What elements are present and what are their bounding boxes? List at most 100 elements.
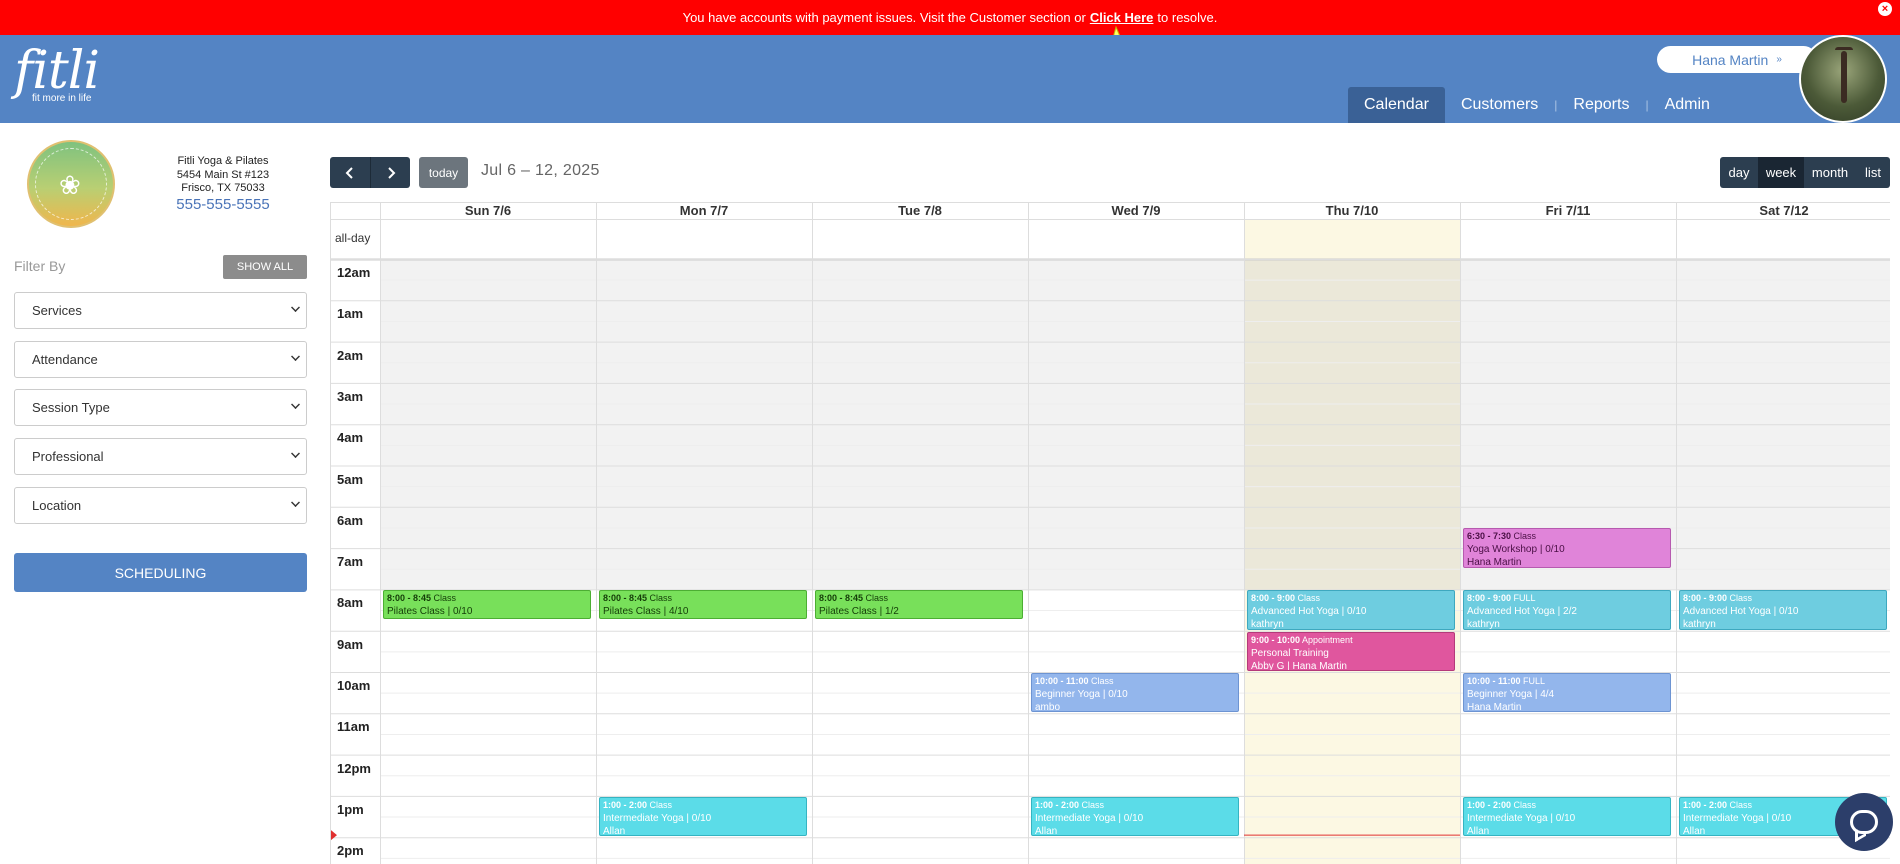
event-title: Beginner Yoga | 4/4	[1467, 689, 1555, 700]
view-month-button[interactable]: month	[1804, 157, 1856, 188]
chevron-down-icon	[291, 352, 300, 361]
day-header[interactable]: Mon 7/7	[596, 202, 812, 219]
today-button[interactable]: today	[419, 157, 468, 188]
calendar-event[interactable]: 10:00 - 11:00 FULL Beginner Yoga | 4/4 Han…	[1463, 673, 1671, 713]
view-list-button[interactable]: list	[1856, 157, 1890, 188]
calendar-event[interactable]: 8:00 - 9:00 FULL Advanced Hot Yoga | 2/2 k…	[1463, 590, 1671, 630]
calendar-event[interactable]: 8:00 - 8:45 Class Pilates Class | 0/10	[383, 590, 591, 620]
location-filter-select[interactable]: Location	[14, 487, 307, 524]
event-kind: Class	[647, 799, 673, 810]
day-header[interactable]: Tue 7/8	[812, 202, 1028, 219]
business-address-line1: 5454 Main St #123	[176, 168, 270, 181]
business-phone[interactable]: 555-555-5555	[150, 197, 296, 211]
calendar-event[interactable]: 9:00 - 10:00 Appointment Personal Trainin…	[1247, 631, 1455, 671]
logo-word: fitli	[14, 41, 100, 101]
calendar-event[interactable]: 1:00 - 2:00 Class Intermediate Yoga | 0/1…	[1463, 796, 1671, 837]
professional-filter-select[interactable]: Professional	[14, 438, 307, 475]
nav-admin[interactable]: Admin	[1649, 87, 1726, 123]
chevron-down-icon: »	[1776, 54, 1782, 65]
select-label: Session Type	[32, 400, 110, 415]
event-staff: Allan	[1035, 825, 1058, 837]
hour-label: 12am	[337, 265, 371, 280]
event-time: 1:00 - 2:00	[603, 799, 648, 810]
alert-text-after: to resolve.	[1157, 10, 1218, 25]
event-time: 1:00 - 2:00	[1683, 799, 1728, 810]
session-type-filter-select[interactable]: Session Type	[14, 389, 307, 426]
calendar-event[interactable]: 10:00 - 11:00 Class Beginner Yoga | 0/10 a…	[1031, 673, 1239, 713]
avatar[interactable]	[1799, 35, 1887, 123]
event-staff: Allan	[603, 825, 626, 837]
user-name: Hana Martin	[1692, 51, 1769, 68]
user-menu-button[interactable]: Hana Martin »	[1657, 46, 1817, 73]
alert-click-here-link[interactable]: Click Here	[1090, 10, 1154, 25]
day-header[interactable]: Thu 7/10	[1244, 202, 1460, 219]
event-kind: Class	[647, 593, 673, 604]
day-header[interactable]: Wed 7/9	[1028, 202, 1244, 219]
attendance-filter-select[interactable]: Attendance	[14, 341, 307, 378]
chat-support-button[interactable]	[1835, 793, 1893, 851]
nav-customers[interactable]: Customers	[1445, 87, 1554, 123]
chevron-down-icon	[291, 449, 300, 458]
calendar-event[interactable]: 6:30 - 7:30 Class Yoga Workshop | 0/10 Han…	[1463, 528, 1671, 568]
calendar-event[interactable]: 8:00 - 8:45 Class Pilates Class | 4/10	[599, 590, 807, 620]
event-time: 10:00 - 11:00	[1467, 676, 1521, 686]
event-kind: Class	[1511, 799, 1537, 810]
event-staff: Allan	[1467, 825, 1490, 837]
select-label: Services	[32, 303, 82, 318]
event-kind: Class	[1295, 593, 1321, 604]
lotus-icon: ❀	[59, 170, 81, 200]
event-kind: Class	[1511, 531, 1537, 542]
next-week-button[interactable]	[370, 157, 410, 188]
hour-label: 2am	[337, 347, 364, 363]
chevron-down-icon	[291, 303, 300, 312]
event-kind: Appointment	[1300, 634, 1353, 645]
close-icon[interactable]: ×	[1878, 2, 1892, 16]
hour-label: 11am	[337, 719, 370, 735]
event-time: 1:00 - 2:00	[1467, 799, 1512, 810]
select-label: Location	[32, 498, 82, 513]
event-time: 8:00 - 8:45	[387, 593, 432, 604]
week-calendar-grid[interactable]: all-day Sun 7/6 Mon 7/7 Tue 7/8 Wed 7/9 Thu …	[330, 202, 1890, 864]
event-kind: Class	[1727, 593, 1753, 604]
event-kind: Class	[1727, 799, 1753, 810]
day-header[interactable]: Sun 7/6	[380, 202, 596, 219]
top-header: fitli fit more in life Hana Martin » Cal…	[0, 35, 1900, 123]
business-address-line2: Frisco, TX 75033	[181, 182, 265, 194]
hour-label: 7am	[337, 554, 364, 570]
event-time: 8:00 - 9:00	[1467, 593, 1512, 604]
event-title: Pilates Class | 0/10	[387, 606, 473, 618]
scheduling-button[interactable]: SCHEDULING	[14, 553, 307, 592]
hour-label: 9am	[337, 636, 364, 652]
chevron-down-icon	[291, 498, 300, 507]
now-indicator-arrow	[331, 830, 337, 841]
hour-label: 8am	[337, 595, 364, 611]
today-allday-highlight	[1244, 219, 1460, 259]
fitli-logo[interactable]: fitli fit more in life	[14, 41, 100, 104]
day-header[interactable]: Fri 7/11	[1460, 202, 1676, 219]
hour-label: 3am	[337, 388, 364, 404]
calendar-event[interactable]: 1:00 - 2:00 Class Intermediate Yoga | 0/1…	[1031, 796, 1239, 837]
hour-label: 6am	[337, 512, 364, 528]
calendar-event[interactable]: 8:00 - 9:00 Class Advanced Hot Yoga | 0/1…	[1679, 590, 1887, 630]
prev-week-button[interactable]	[330, 157, 370, 188]
chevron-down-icon	[291, 400, 300, 409]
event-kind: FULL	[1520, 676, 1546, 686]
business-logo: ❀	[27, 140, 115, 228]
show-all-button[interactable]: SHOW ALL	[223, 255, 307, 279]
event-kind: FULL	[1511, 593, 1536, 604]
services-filter-select[interactable]: Services	[14, 292, 307, 329]
event-title: Beginner Yoga | 0/10	[1035, 689, 1128, 700]
calendar-event[interactable]: 1:00 - 2:00 Class Intermediate Yoga | 0/1…	[599, 796, 807, 837]
view-day-button[interactable]: day	[1720, 157, 1758, 188]
event-time: 9:00 - 10:00	[1251, 634, 1301, 645]
event-kind: Class	[431, 593, 457, 604]
chevron-right-icon	[387, 166, 395, 179]
day-header[interactable]: Sat 7/12	[1676, 202, 1890, 219]
view-week-button[interactable]: week	[1758, 157, 1804, 188]
calendar-event[interactable]: 8:00 - 8:45 Class Pilates Class | 1/2	[815, 590, 1023, 620]
nav-reports[interactable]: Reports	[1557, 87, 1645, 123]
nav-calendar[interactable]: Calendar	[1348, 87, 1445, 123]
event-kind: Class	[1079, 799, 1105, 810]
event-time: 8:00 - 9:00	[1683, 593, 1728, 604]
calendar-event[interactable]: 8:00 - 9:00 Class Advanced Hot Yoga | 0/1…	[1247, 590, 1455, 630]
